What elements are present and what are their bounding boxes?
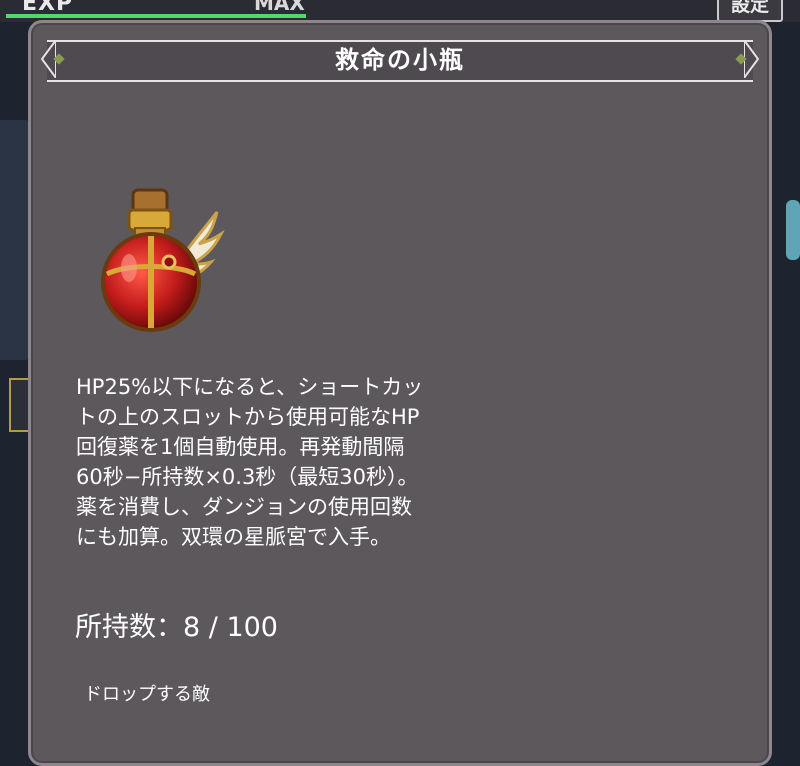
- description-line: 回復薬を1個自動使用。再発動間隔: [76, 435, 405, 459]
- exp-max-label: MAX: [254, 0, 305, 15]
- description-line: HP25%以下になると、ショートカッ: [76, 375, 424, 399]
- description-line: トの上のスロットから使用可能なHP: [76, 405, 420, 429]
- settings-button[interactable]: 設定: [717, 0, 783, 22]
- winged-red-potion-icon: [101, 188, 225, 332]
- owned-label: 所持数：: [75, 612, 183, 643]
- owned-count: 8: [183, 612, 201, 643]
- drop-enemies-label: ドロップする敵: [84, 684, 210, 705]
- owned-count-display: 所持数：8 / 100: [75, 605, 278, 644]
- description-line: 薬を消費し、ダンジョンの使用回数: [76, 495, 412, 519]
- description-line: 60秒−所持数×0.3秒（最短30秒）。: [76, 465, 419, 489]
- background-crystal: [786, 200, 800, 260]
- description-line: にも加算。双環の星脈宮で入手。: [76, 525, 391, 549]
- owned-separator: /: [200, 612, 227, 643]
- item-name: 救命の小瓶: [335, 46, 465, 74]
- exp-bar: [6, 14, 306, 18]
- owned-max: 100: [226, 612, 278, 643]
- item-description: HP25%以下になると、ショートカッ トの上のスロットから使用可能なHP 回復薬…: [76, 372, 496, 552]
- exp-bar-fill: [6, 14, 306, 18]
- top-hud: [0, 0, 800, 22]
